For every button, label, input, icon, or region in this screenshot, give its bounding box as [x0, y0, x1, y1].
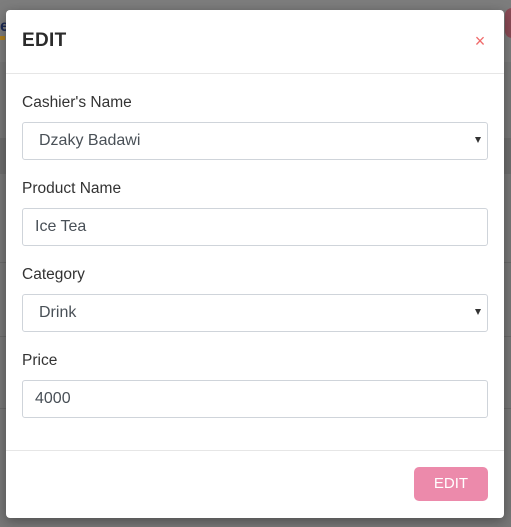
modal-footer: EDIT [6, 450, 504, 518]
category-value: Drink [39, 304, 77, 321]
price-input[interactable]: 4000 [22, 380, 488, 418]
cashier-name-select[interactable]: Dzaky Badawi [22, 122, 488, 160]
modal-header: EDIT × [6, 10, 504, 74]
chevron-down-icon [475, 309, 481, 315]
product-name-input[interactable]: Ice Tea [22, 208, 488, 246]
close-icon[interactable]: × [469, 30, 491, 52]
background-avatar [505, 8, 511, 38]
cashier-name-value: Dzaky Badawi [39, 132, 141, 149]
price-value: 4000 [35, 390, 71, 407]
price-group: Price 4000 [22, 352, 488, 418]
price-label: Price [22, 352, 58, 369]
product-name-label: Product Name [22, 180, 122, 197]
category-select[interactable]: Drink [22, 294, 488, 332]
category-group: Category Drink [22, 266, 488, 332]
modal-title: EDIT [22, 30, 67, 51]
cashier-name-label: Cashier's Name [22, 94, 132, 111]
background-logo-accent [0, 36, 5, 40]
chevron-down-icon [475, 137, 481, 143]
edit-modal: EDIT × Cashier's Name Dzaky Badawi Produ… [6, 10, 504, 518]
product-name-group: Product Name Ice Tea [22, 180, 488, 246]
product-name-value: Ice Tea [35, 218, 87, 235]
edit-submit-button[interactable]: EDIT [414, 467, 488, 501]
cashier-name-group: Cashier's Name Dzaky Badawi [22, 94, 488, 160]
category-label: Category [22, 266, 85, 283]
